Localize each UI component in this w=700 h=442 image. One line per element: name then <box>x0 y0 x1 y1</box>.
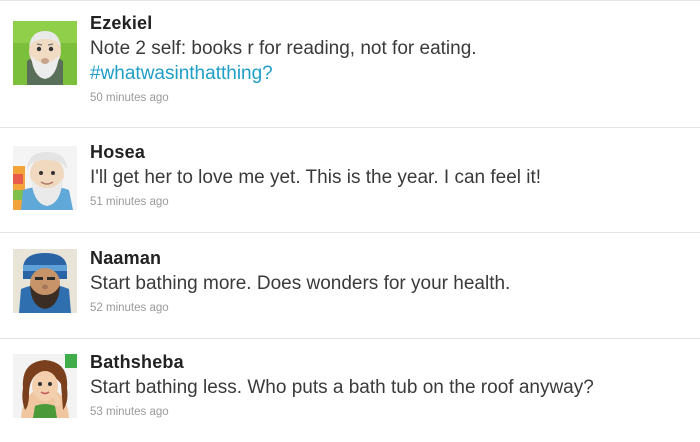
tweet-item[interactable]: Hosea I'll get her to love me yet. This … <box>0 128 700 233</box>
tweet-body: Bathsheba Start bathing less. Who puts a… <box>90 351 690 418</box>
ezekiel-avatar[interactable] <box>13 21 77 85</box>
tweet-item[interactable]: Naaman Start bathing more. Does wonders … <box>0 233 700 339</box>
user-name[interactable]: Naaman <box>90 247 690 269</box>
tweet-timestamp[interactable]: 52 minutes ago <box>90 302 690 314</box>
tweet-item[interactable]: Ezekiel Note 2 self: books r for reading… <box>0 1 700 128</box>
tweet-text: Start bathing more. Does wonders for you… <box>90 273 511 294</box>
tweet-text-content: Note 2 self: books r for reading, not fo… <box>90 38 477 59</box>
user-name[interactable]: Bathsheba <box>90 351 690 373</box>
naaman-avatar[interactable] <box>13 249 77 313</box>
hosea-avatar[interactable] <box>13 146 77 210</box>
tweet-item[interactable]: Bathsheba Start bathing less. Who puts a… <box>0 339 700 442</box>
tweet-text: Note 2 self: books r for reading, not fo… <box>90 36 690 86</box>
user-name[interactable]: Ezekiel <box>90 12 690 34</box>
hashtag-link[interactable]: #whatwasinthatthing? <box>90 63 273 84</box>
tweet-text: Start bathing less. Who puts a bath tub … <box>90 377 594 398</box>
tweet-timestamp[interactable]: 51 minutes ago <box>90 196 690 208</box>
tweet-body: Naaman Start bathing more. Does wonders … <box>90 247 690 314</box>
tweet-timestamp[interactable]: 53 minutes ago <box>90 406 690 418</box>
tweet-feed: Ezekiel Note 2 self: books r for reading… <box>0 0 700 442</box>
tweet-body: Ezekiel Note 2 self: books r for reading… <box>90 12 690 104</box>
tweet-body: Hosea I'll get her to love me yet. This … <box>90 141 690 208</box>
tweet-text: I'll get her to love me yet. This is the… <box>90 167 542 188</box>
bathsheba-avatar[interactable] <box>13 354 77 418</box>
tweet-timestamp[interactable]: 50 minutes ago <box>90 92 690 104</box>
user-name[interactable]: Hosea <box>90 141 690 163</box>
